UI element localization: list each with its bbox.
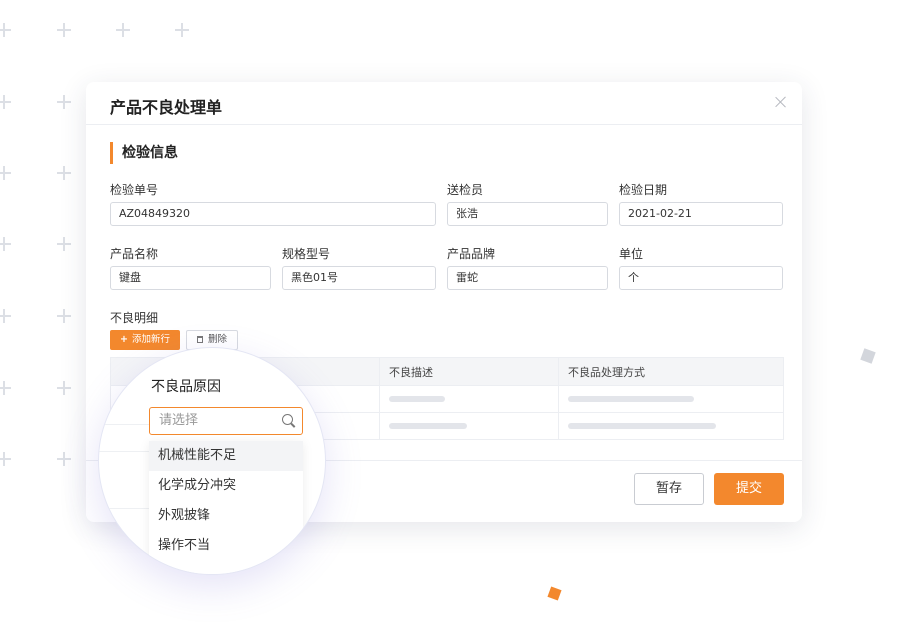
grid-line — [99, 424, 149, 425]
dropdown-option[interactable]: 操作不当 — [149, 531, 303, 561]
column-header-description: 不良描述 — [389, 366, 433, 379]
dialog-header: 产品不良处理单 — [86, 82, 802, 125]
plus-decoration-icon — [0, 452, 11, 466]
placeholder-bar — [568, 396, 694, 402]
magnifier-callout: 不良品原因 请选择 机械性能不足 化学成分冲突 外观披锋 操作不当 — [98, 347, 326, 575]
defect-reason-dropdown: 机械性能不足 化学成分冲突 外观披锋 操作不当 — [149, 441, 303, 574]
plus-decoration-icon — [57, 381, 71, 395]
column-header-handling: 不良品处理方式 — [568, 366, 645, 379]
plus-decoration-icon — [57, 166, 71, 180]
plus-decoration-icon — [0, 381, 11, 395]
spec-model-label: 规格型号 — [282, 247, 331, 261]
plus-decoration-icon — [57, 237, 71, 251]
plus-decoration-icon — [0, 309, 11, 323]
product-name-label: 产品名称 — [110, 247, 159, 261]
spec-model-input[interactable]: 黑色01号 — [282, 266, 436, 290]
defect-reason-select[interactable]: 请选择 — [149, 407, 303, 435]
delete-label: 删除 — [207, 334, 227, 345]
orange-diamond-decoration — [547, 586, 562, 601]
plus-decoration-icon — [0, 95, 11, 109]
save-draft-button[interactable]: 暂存 — [634, 473, 704, 505]
section-title: 检验信息 — [110, 142, 178, 164]
defect-reason-column-title: 不良品原因 — [151, 379, 221, 395]
placeholder-bar — [568, 423, 716, 429]
grid-line — [99, 508, 149, 509]
close-icon[interactable] — [774, 95, 788, 109]
plus-icon: + — [120, 334, 128, 345]
defect-detail-label: 不良明细 — [110, 311, 159, 325]
search-icon — [282, 414, 295, 427]
plus-decoration-icon — [57, 95, 71, 109]
gray-diamond-decoration — [860, 348, 876, 364]
inspection-no-input[interactable]: AZ04849320 — [110, 202, 436, 226]
placeholder-bar — [389, 423, 467, 429]
add-row-button[interactable]: + 添加新行 — [110, 330, 180, 350]
unit-label: 单位 — [619, 247, 644, 261]
dropdown-option[interactable]: 机械性能不足 — [149, 441, 303, 471]
dropdown-option[interactable]: 化学成分冲突 — [149, 471, 303, 501]
plus-decoration-icon — [0, 23, 11, 37]
dropdown-option[interactable]: 外观披锋 — [149, 501, 303, 531]
plus-decoration-icon — [175, 23, 189, 37]
inspection-date-input[interactable]: 2021-02-21 — [619, 202, 783, 226]
plus-decoration-icon — [57, 309, 71, 323]
brand-input[interactable]: 雷蛇 — [447, 266, 608, 290]
grid-line — [99, 451, 149, 452]
plus-decoration-icon — [0, 166, 11, 180]
product-name-input[interactable]: 键盘 — [110, 266, 271, 290]
inspection-date-label: 检验日期 — [619, 183, 668, 197]
plus-decoration-icon — [0, 237, 11, 251]
add-row-label: 添加新行 — [131, 334, 170, 345]
plus-decoration-icon — [116, 23, 130, 37]
inspector-label: 送检员 — [447, 183, 484, 197]
select-placeholder: 请选择 — [159, 413, 199, 428]
plus-decoration-icon — [57, 23, 71, 37]
inspector-input[interactable]: 张浩 — [447, 202, 608, 226]
placeholder-bar — [389, 396, 445, 402]
brand-label: 产品品牌 — [447, 247, 496, 261]
inspection-no-label: 检验单号 — [110, 183, 159, 197]
plus-decoration-icon — [57, 452, 71, 466]
unit-input[interactable]: 个 — [619, 266, 783, 290]
trash-icon — [196, 336, 203, 343]
submit-button[interactable]: 提交 — [714, 473, 784, 505]
dialog-title: 产品不良处理单 — [110, 98, 223, 117]
